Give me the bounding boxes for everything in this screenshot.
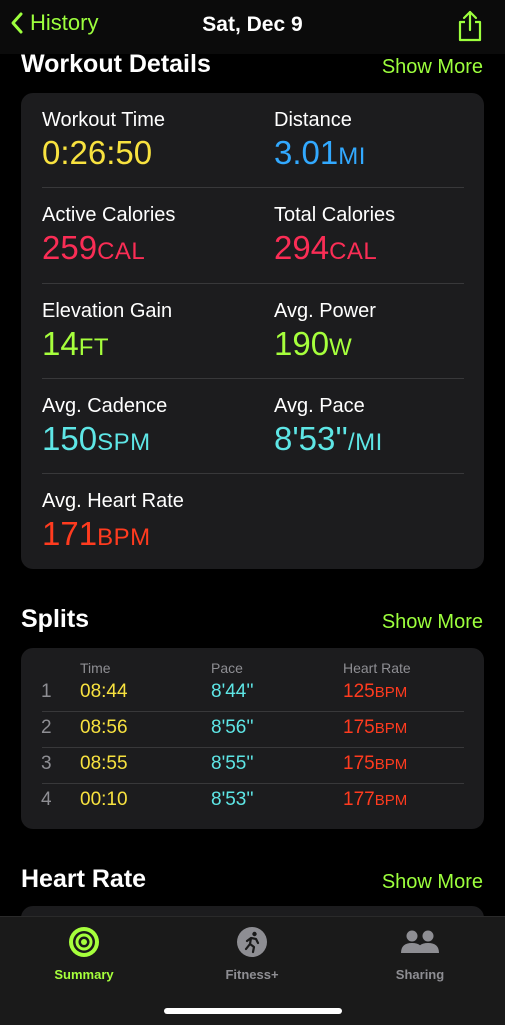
section-title-workout-details: Workout Details (21, 50, 211, 78)
tab-sharing[interactable]: Sharing (360, 925, 480, 982)
metric-value: 8'53''/MI (274, 420, 383, 457)
table-row: 3 08:55 8'55'' 175BPM (21, 747, 484, 783)
heart-rate-show-more[interactable]: Show More (382, 871, 483, 894)
tab-label: Summary (54, 967, 114, 982)
split-heart-rate: 175BPM (343, 753, 408, 774)
split-heart-rate: 125BPM (343, 681, 408, 702)
metric-distance: Distance 3.01MI (274, 109, 366, 176)
splits-show-more[interactable]: Show More (382, 611, 483, 634)
divider (42, 378, 464, 379)
divider (42, 283, 464, 284)
metric-avg-pace: Avg. Pace 8'53''/MI (274, 395, 383, 462)
metric-value: 14FT (42, 325, 110, 362)
metric-value: 171BPM (42, 515, 151, 552)
metric-value: 0:26:50 (42, 134, 153, 171)
split-pace: 8'55'' (211, 753, 254, 774)
tab-label: Fitness+ (225, 967, 279, 982)
metric-label: Elevation Gain (42, 300, 173, 322)
metric-label: Avg. Cadence (42, 395, 168, 417)
metric-avg-heart-rate: Avg. Heart Rate 171BPM (42, 490, 184, 557)
metric-value: 150SPM (42, 420, 151, 457)
section-title-splits: Splits (21, 605, 90, 633)
metric-label: Active Calories (42, 204, 176, 226)
split-heart-rate: 177BPM (343, 789, 408, 810)
divider (42, 473, 464, 474)
workout-details-card: Workout Time 0:26:50 Distance 3.01MI Act… (21, 93, 484, 569)
metric-label: Avg. Heart Rate (42, 490, 184, 512)
column-header-pace: Pace (211, 660, 243, 676)
split-time: 08:44 (80, 681, 128, 702)
share-button[interactable] (457, 10, 483, 47)
running-figure-icon (237, 927, 267, 957)
split-number: 2 (41, 717, 52, 738)
column-header-heart-rate: Heart Rate (343, 660, 411, 676)
metric-workout-time: Workout Time 0:26:50 (42, 109, 165, 176)
split-number: 4 (41, 789, 52, 810)
split-pace: 8'53'' (211, 789, 254, 810)
table-row: 4 00:10 8'53'' 177BPM (21, 783, 484, 819)
split-time: 00:10 (80, 789, 128, 810)
page-title: Sat, Dec 9 (202, 13, 303, 36)
section-title-heart-rate: Heart Rate (21, 865, 147, 893)
split-pace: 8'56'' (211, 717, 254, 738)
metric-value: 259CAL (42, 229, 146, 266)
splits-card: Time Pace Heart Rate 1 08:44 8'44'' 125B… (21, 648, 484, 829)
workout-details-show-more[interactable]: Show More (382, 56, 483, 79)
metric-avg-power: Avg. Power 190W (274, 300, 376, 367)
metric-active-calories: Active Calories 259CAL (42, 204, 175, 271)
split-time: 08:56 (80, 717, 128, 738)
activity-rings-icon (69, 927, 99, 957)
split-heart-rate: 175BPM (343, 717, 408, 738)
tab-fitness-plus[interactable]: Fitness+ (192, 925, 312, 982)
metric-label: Workout Time (42, 109, 165, 131)
split-pace: 8'44'' (211, 681, 254, 702)
table-row: 2 08:56 8'56'' 175BPM (21, 711, 484, 747)
column-header-time: Time (80, 660, 111, 676)
split-time: 08:55 (80, 753, 128, 774)
metric-value: 3.01MI (274, 134, 366, 171)
metric-value: 190W (274, 325, 353, 362)
metric-avg-cadence: Avg. Cadence 150SPM (42, 395, 167, 462)
metric-label: Avg. Pace (274, 395, 365, 417)
split-number: 3 (41, 753, 52, 774)
split-number: 1 (41, 681, 52, 702)
metric-total-calories: Total Calories 294CAL (274, 204, 395, 271)
table-row: 1 08:44 8'44'' 125BPM (21, 675, 484, 711)
metric-label: Distance (274, 109, 352, 131)
metric-value: 294CAL (274, 229, 378, 266)
people-icon (401, 930, 439, 953)
home-indicator[interactable] (164, 1008, 342, 1014)
share-icon (458, 10, 482, 42)
tab-label: Sharing (395, 967, 445, 982)
metric-label: Avg. Power (274, 300, 376, 322)
navigation-bar: History Sat, Dec 9 (0, 0, 505, 54)
tab-summary[interactable]: Summary (24, 925, 144, 982)
metric-elevation-gain: Elevation Gain 14FT (42, 300, 172, 367)
divider (42, 187, 464, 188)
metric-label: Total Calories (274, 204, 396, 226)
